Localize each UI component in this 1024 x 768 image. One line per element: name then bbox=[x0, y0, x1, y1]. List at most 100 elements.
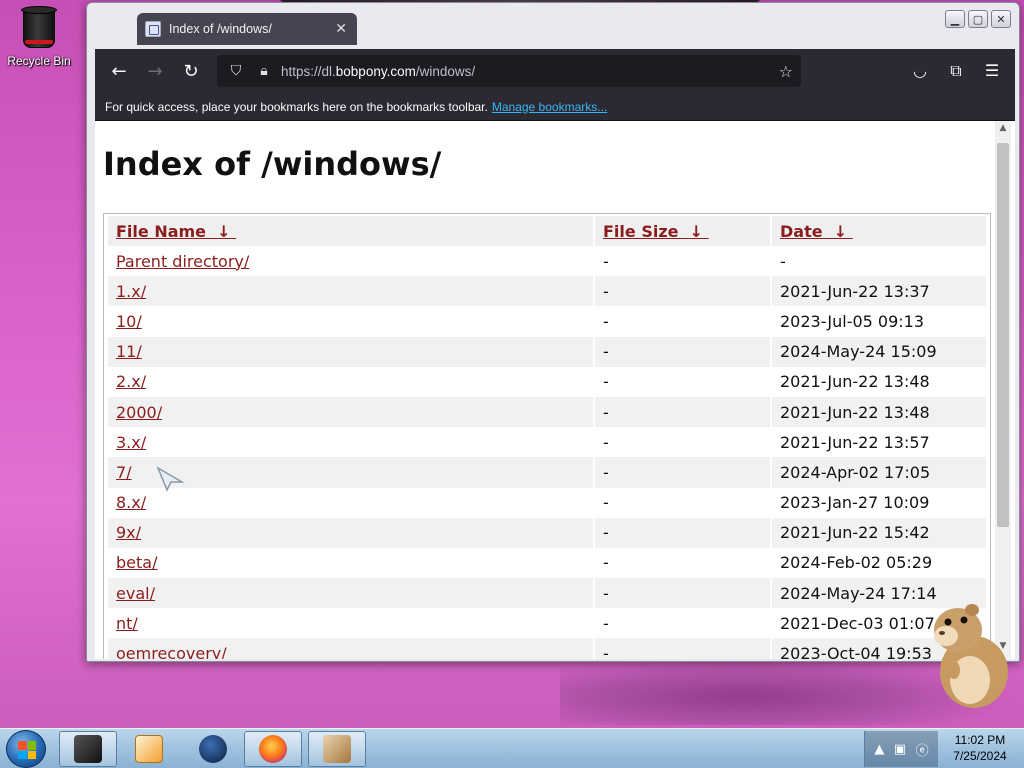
column-header-date[interactable]: Date ↓ bbox=[772, 216, 986, 246]
table-row: 7/ -2024-Apr-02 17:05 bbox=[108, 457, 986, 488]
table-row: 3.x/ - 2021-Jun-22 13:57 bbox=[108, 427, 986, 457]
monitor-icon bbox=[74, 735, 102, 763]
lock-icon[interactable]: 🔒︎ bbox=[253, 63, 275, 79]
file-size-cell: - bbox=[603, 251, 609, 271]
file-name-cell: 11/ bbox=[108, 336, 593, 367]
sort-by-name-link[interactable]: File Name ↓ bbox=[116, 222, 236, 241]
tab-close-icon[interactable]: ✕ bbox=[335, 21, 347, 37]
file-listing: File Name ↓ File Size ↓ Date ↓ Parent di… bbox=[103, 213, 991, 659]
hamster-mascot-icon bbox=[934, 604, 1008, 708]
taskbar-globe-app[interactable] bbox=[184, 731, 242, 767]
menu-icon[interactable]: ☰ bbox=[981, 61, 1003, 81]
file-link[interactable]: 7/ bbox=[116, 463, 132, 482]
file-date-cell: 2024-May-24 15:09 bbox=[772, 336, 986, 367]
taskbar: ▲ ▣ ⓔ 11:02 PM 7/25/2024 bbox=[0, 728, 1024, 768]
file-link[interactable]: 8.x/ bbox=[116, 493, 146, 512]
page-title: Index of /windows/ bbox=[103, 145, 442, 183]
recycle-bin[interactable]: Recycle Bin bbox=[4, 4, 74, 68]
file-date-cell: 2023-Jul-05 09:13 bbox=[780, 311, 925, 331]
file-link[interactable]: 10/ bbox=[116, 312, 142, 331]
sort-by-size-link[interactable]: File Size ↓ bbox=[603, 222, 709, 241]
table-row: 2000/ -2021-Jun-22 13:48 bbox=[108, 396, 986, 428]
mouse-cursor-icon bbox=[156, 466, 185, 492]
taskbar-hamster-app[interactable] bbox=[308, 731, 366, 767]
page-content: Index of /windows/ File Name ↓ File Size… bbox=[95, 121, 1015, 659]
toolbar-actions: ◡ ⧉ ☰ bbox=[909, 61, 1007, 81]
pocket-icon[interactable]: ◡ bbox=[909, 61, 931, 81]
column-header-size[interactable]: File Size ↓ bbox=[595, 216, 770, 246]
nav-toolbar: ← → ↻ ⛉ 🔒︎ https://dl.bobpony.com/window… bbox=[95, 49, 1015, 93]
browser-window: Index of /windows/ ✕ ▁ ▢ ✕ ← → ↻ ⛉ 🔒︎ ht… bbox=[86, 2, 1020, 662]
file-link[interactable]: eval/ bbox=[116, 584, 155, 603]
network-icon[interactable]: ▣ bbox=[894, 742, 906, 757]
vertical-scrollbar[interactable]: ▲ ▼ bbox=[995, 121, 1011, 659]
table-header-row: File Name ↓ File Size ↓ Date ↓ bbox=[108, 216, 986, 246]
file-link[interactable]: 3.x/ bbox=[116, 433, 146, 452]
forward-icon[interactable]: → bbox=[139, 56, 171, 86]
maximize-button[interactable]: ▢ bbox=[968, 10, 988, 28]
file-name-cell: Parent directory/ bbox=[108, 246, 593, 276]
bookmark-star-icon[interactable]: ☆ bbox=[779, 62, 793, 81]
file-link[interactable]: beta/ bbox=[116, 553, 157, 572]
file-link[interactable]: nt/ bbox=[116, 614, 138, 633]
tab-active[interactable]: Index of /windows/ ✕ bbox=[137, 13, 357, 45]
file-size-cell: - bbox=[595, 396, 770, 428]
page-favicon-icon bbox=[145, 21, 161, 37]
address-bar[interactable]: ⛉ 🔒︎ https://dl.bobpony.com/windows/ ☆ bbox=[217, 55, 801, 87]
start-button[interactable] bbox=[6, 730, 46, 768]
taskbar-clock[interactable]: 11:02 PM 7/25/2024 bbox=[940, 732, 1020, 764]
table-row: 8.x/ - 2023-Jan-27 10:09 bbox=[108, 488, 986, 518]
shield-icon[interactable]: ⛉ bbox=[225, 63, 247, 79]
file-link[interactable]: 1.x/ bbox=[116, 282, 146, 301]
hamster-app-icon bbox=[323, 735, 351, 763]
file-name-cell: oemrecovery/ bbox=[108, 638, 593, 659]
show-hidden-icons-icon[interactable]: ▲ bbox=[874, 742, 884, 757]
file-rows: Parent directory/- -1.x/-2021-Jun-22 13:3… bbox=[108, 246, 986, 659]
file-link[interactable]: 2000/ bbox=[116, 403, 162, 422]
file-name-cell: 10/ bbox=[108, 306, 593, 336]
file-size-cell: - bbox=[595, 578, 770, 609]
file-link[interactable]: oemrecovery/ bbox=[116, 644, 227, 659]
windows-logo-icon bbox=[18, 741, 36, 759]
file-size-cell: - bbox=[595, 276, 770, 307]
extensions-icon[interactable]: ⧉ bbox=[945, 61, 967, 81]
file-name-cell: 1.x/ bbox=[108, 276, 593, 307]
file-name-cell: eval/ bbox=[108, 578, 593, 609]
file-size-cell: - bbox=[603, 432, 609, 452]
table-row: 1.x/ -2021-Jun-22 13:37 bbox=[108, 276, 986, 307]
file-name-cell: beta/ bbox=[108, 548, 593, 578]
close-button[interactable]: ✕ bbox=[991, 10, 1011, 28]
file-link[interactable]: 11/ bbox=[116, 342, 142, 361]
system-tray: ▲ ▣ ⓔ bbox=[864, 731, 938, 767]
file-name-cell: 8.x/ bbox=[108, 488, 593, 518]
file-link[interactable]: Parent directory/ bbox=[116, 252, 249, 271]
file-name-cell: nt/ bbox=[108, 608, 593, 638]
url-text[interactable]: https://dl.bobpony.com/windows/ bbox=[281, 64, 779, 79]
taskbar-firefox[interactable] bbox=[244, 731, 302, 767]
reload-icon[interactable]: ↻ bbox=[175, 56, 207, 86]
internet-explorer-icon[interactable]: ⓔ bbox=[916, 740, 929, 759]
file-size-cell: - bbox=[595, 517, 770, 548]
scroll-up-icon[interactable]: ▲ bbox=[995, 123, 1011, 139]
scrollbar-thumb[interactable] bbox=[997, 143, 1009, 527]
table-row: beta/ - 2024-Feb-02 05:29 bbox=[108, 548, 986, 578]
file-link[interactable]: 9x/ bbox=[116, 523, 141, 542]
column-header-name[interactable]: File Name ↓ bbox=[108, 216, 593, 246]
back-icon[interactable]: ← bbox=[103, 56, 135, 86]
table-row: 11/ -2024-May-24 15:09 bbox=[108, 336, 986, 367]
clock-time: 11:02 PM bbox=[954, 733, 1006, 747]
file-date-cell: 2024-Feb-02 05:29 bbox=[780, 553, 933, 573]
file-link[interactable]: 2.x/ bbox=[116, 372, 146, 391]
minimize-button[interactable]: ▁ bbox=[945, 10, 965, 28]
taskbar-media-player[interactable] bbox=[120, 731, 178, 767]
file-date-cell: - bbox=[780, 251, 786, 271]
file-date-cell: 2024-Apr-02 17:05 bbox=[772, 457, 986, 488]
table-row: oemrecovery/-2023-Oct-04 19:53 bbox=[108, 638, 986, 659]
sort-by-date-link[interactable]: Date ↓ bbox=[780, 222, 853, 241]
file-name-cell: 2.x/ bbox=[108, 367, 593, 397]
manage-bookmarks-link[interactable]: Manage bookmarks... bbox=[492, 100, 607, 114]
file-size-cell: - bbox=[603, 372, 609, 392]
table-row: 9x/ -2021-Jun-22 15:42 bbox=[108, 517, 986, 548]
taskbar-recycle-bin[interactable] bbox=[59, 731, 117, 767]
file-name-cell: 3.x/ bbox=[108, 427, 593, 457]
